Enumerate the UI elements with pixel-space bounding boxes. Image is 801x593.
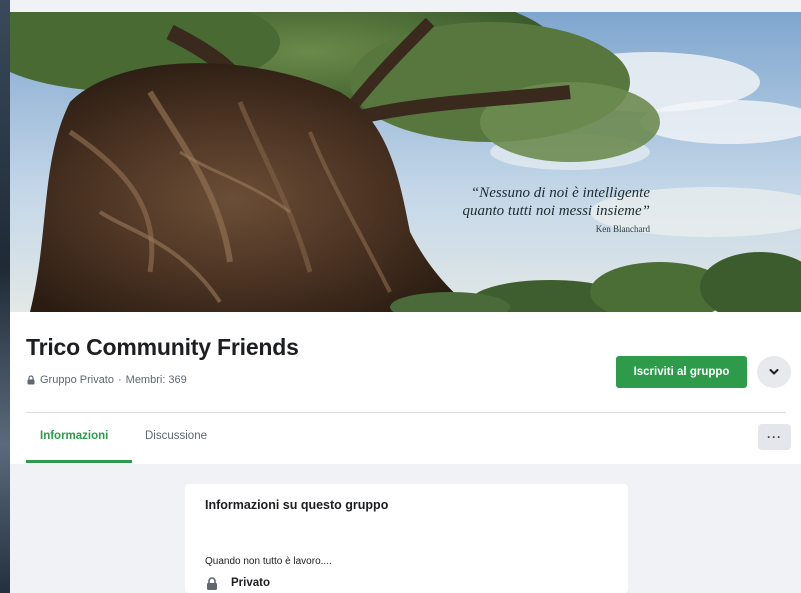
- meta-separator: ·: [117, 374, 122, 386]
- chevron-down-icon: [769, 363, 779, 381]
- cover-photo: “Nessuno di noi è intelligente quanto tu…: [10, 12, 801, 312]
- about-card: Informazioni su questo gruppo Quando non…: [185, 484, 628, 593]
- tab-discussione[interactable]: Discussione: [145, 430, 207, 442]
- group-header: Trico Community Friends Gruppo Privato ·…: [10, 312, 801, 464]
- group-meta: Gruppo Privato · Membri: 369: [26, 374, 187, 386]
- tab-informazioni[interactable]: Informazioni: [40, 430, 108, 442]
- more-icon: ···: [767, 430, 782, 444]
- lock-icon: [26, 375, 36, 385]
- cover-quote: “Nessuno di noi è intelligente quanto tu…: [398, 184, 651, 236]
- join-group-button[interactable]: Iscriviti al gruppo: [616, 356, 747, 388]
- header-divider: [26, 412, 786, 413]
- quote-author: Ken Blanchard: [595, 224, 650, 234]
- active-tab-indicator: [26, 460, 132, 463]
- quote-line-2: quanto tutti noi messi insieme”: [462, 203, 651, 219]
- about-title: Informazioni su questo gruppo: [205, 498, 389, 512]
- quote-line-1: “Nessuno di noi è intelligente: [470, 185, 650, 201]
- tree-of-life-image: [10, 12, 801, 312]
- privacy-label: Gruppo Privato: [40, 374, 114, 386]
- group-title: Trico Community Friends: [26, 334, 299, 360]
- group-options-button[interactable]: [757, 356, 791, 388]
- privacy-row: Privato: [205, 577, 270, 593]
- privacy-title: Privato: [231, 577, 270, 589]
- left-edge-strip: [0, 0, 10, 593]
- members-count[interactable]: Membri: 369: [126, 374, 187, 386]
- lock-icon: [205, 577, 219, 593]
- more-options-button[interactable]: ···: [758, 424, 791, 450]
- about-description: Quando non tutto è lavoro....: [205, 556, 332, 567]
